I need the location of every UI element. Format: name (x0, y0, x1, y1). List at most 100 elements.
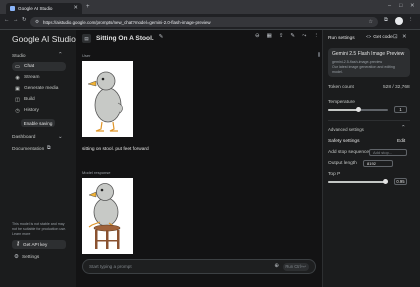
minimize-icon[interactable]: – (388, 3, 391, 10)
top-p-value-input[interactable]: 0.95 (394, 178, 407, 185)
key-icon: ⚷ (16, 240, 21, 247)
app-logo: Google AI Studio (12, 34, 76, 44)
safety-edit-button[interactable]: Edit (397, 139, 405, 144)
shuffle-icon[interactable]: ⤳ (302, 33, 306, 40)
model-id: gemini-2.5-flash-image-preview (332, 60, 383, 64)
ai-studio-favicon-icon (10, 6, 15, 11)
share-icon[interactable]: ⇪ (279, 33, 284, 40)
temperature-label: Temperature (328, 100, 355, 105)
top-p-slider-fill (328, 181, 385, 183)
temperature-value-input[interactable]: 1 (394, 106, 407, 113)
edit-icon[interactable]: ✎ (290, 33, 295, 40)
get-code-label: Get code (373, 35, 393, 40)
output-length-input[interactable]: 8192 (363, 160, 393, 167)
get-code-button[interactable]: <> Get code (366, 35, 393, 40)
sidebar-item-label: Build (24, 97, 35, 102)
prompt-input[interactable]: Start typing a prompt (89, 264, 274, 269)
settings-label: Settings (21, 255, 40, 261)
code-icon: <> (366, 34, 372, 40)
user-image-duck-standing[interactable] (82, 61, 133, 137)
maximize-icon[interactable]: □ (399, 3, 402, 10)
extensions-icon[interactable]: ⧉ (384, 17, 388, 24)
model-stability-notice: This model is not stable and may not be … (12, 222, 67, 236)
prompt-input-bar[interactable]: Start typing a prompt ⊕ Run Ctrl+↵ (82, 259, 316, 274)
chevron-up-icon[interactable]: ⌃ (58, 52, 63, 59)
stop-sequence-input[interactable]: Add stop... (369, 149, 407, 156)
tab-title: Google AI Studio (18, 6, 53, 11)
token-count-label: Token count (328, 85, 354, 90)
url-text: https://aistudio.google.com/prompts/new_… (43, 19, 211, 25)
header-actions: ⊖ ▦ ⇪ ✎ ⤳ ⋮ (255, 33, 319, 40)
edit-title-icon[interactable]: ✎ (159, 35, 164, 41)
page-title[interactable]: Sitting On A Stool. (96, 35, 154, 42)
model-image-duck-on-stool[interactable] (82, 178, 133, 254)
gear-icon: ⚙ (14, 254, 19, 260)
profile-avatar[interactable] (395, 17, 403, 25)
duck-standing-illustration (87, 71, 123, 132)
back-icon[interactable]: ← (4, 17, 10, 24)
sidebar-item-settings[interactable]: ⚙ Settings (14, 254, 40, 261)
forward-icon[interactable]: → (13, 17, 19, 24)
sidebar-item-dashboard[interactable]: Dashboard (12, 135, 35, 140)
toggle-sidebar-icon[interactable]: ▤ (82, 33, 91, 43)
temperature-slider-knob[interactable] (355, 107, 361, 112)
output-length-label: Output length (328, 161, 357, 166)
top-p-slider[interactable] (328, 179, 388, 185)
sidebar-item-build[interactable]: ◫ Build (12, 95, 66, 104)
safety-settings-label: Safety settings (328, 139, 360, 144)
sidebar-item-generate-media[interactable]: ▣ Generate media (12, 84, 66, 93)
stream-icon: ◉ (15, 74, 20, 81)
reset-icon[interactable]: ⊡ (393, 34, 398, 41)
model-description: Our latest image generation and editing … (332, 65, 395, 74)
sidebar-item-history[interactable]: ◷ History (12, 106, 66, 115)
top-p-slider-knob[interactable] (382, 179, 388, 184)
sidebar-item-label: Chat (24, 64, 35, 69)
user-role-label: User (82, 53, 91, 58)
compare-icon[interactable]: ⊖ (255, 33, 260, 40)
new-tab-icon[interactable]: + (86, 4, 90, 10)
get-api-key-button[interactable]: ⚷ Get API key (12, 240, 66, 249)
advanced-settings-toggle[interactable]: Advanced settings (328, 127, 364, 132)
get-api-key-label: Get API key (23, 242, 48, 247)
model-role-label: Model response (82, 170, 111, 175)
panel-divider (328, 120, 410, 121)
sidebar-item-stream[interactable]: ◉ Stream (12, 73, 66, 82)
temperature-slider-fill (328, 109, 358, 111)
sidebar-item-documentation[interactable]: Documentation (12, 147, 44, 152)
sidebar-item-label: Generate media (24, 86, 59, 91)
token-count-value: 528 / 32,768 (383, 85, 410, 90)
run-button[interactable]: Run Ctrl+↵ (283, 262, 309, 271)
external-link-icon: ⧉ (47, 145, 51, 151)
history-icon: ◷ (15, 107, 20, 114)
chevron-up-icon[interactable]: ⌃ (401, 125, 406, 132)
browser-tab[interactable]: Google AI Studio ✕ (6, 3, 82, 14)
add-media-icon[interactable]: ⊕ (274, 263, 279, 270)
sidebar-item-label: History (24, 108, 39, 113)
chevron-down-icon[interactable]: ⌄ (58, 134, 63, 141)
top-p-label: Top P (328, 172, 341, 177)
add-stop-sequence-label: Add stop sequence (328, 150, 370, 155)
site-info-icon[interactable]: ⚙ (35, 19, 39, 25)
window-close-icon[interactable]: ✕ (410, 3, 415, 10)
model-name: Gemini 2.5 Flash Image Preview (332, 51, 405, 57)
bookmark-star-icon[interactable]: ☆ (369, 19, 373, 25)
chat-scrollbar[interactable] (318, 52, 320, 57)
model-selector[interactable]: Gemini 2.5 Flash Image Preview gemini-2.… (328, 48, 410, 77)
media-icon: ▣ (15, 85, 20, 92)
more-options-icon[interactable]: ⋮ (313, 33, 319, 40)
close-panel-icon[interactable]: ✕ (402, 34, 407, 41)
duck-on-stool-illustration (88, 183, 121, 249)
address-bar[interactable]: ⚙ https://aistudio.google.com/prompts/ne… (30, 17, 378, 27)
studio-section-label[interactable]: Studio (12, 54, 26, 59)
sidebar-item-label: Stream (24, 75, 40, 80)
save-icon[interactable]: ▦ (267, 33, 272, 40)
enable-saving-button[interactable]: Enable saving (21, 119, 55, 127)
close-tab-icon[interactable]: ✕ (73, 5, 78, 12)
temperature-slider[interactable] (328, 107, 388, 113)
browser-menu-icon[interactable]: ⋮ (408, 17, 414, 24)
reload-icon[interactable]: ↻ (22, 17, 27, 24)
sidebar-item-chat[interactable]: ▭ Chat (12, 62, 66, 71)
build-icon: ◫ (15, 96, 20, 103)
chat-icon: ▭ (15, 63, 20, 70)
user-prompt-text: sitting on stool. put feet forward (82, 147, 149, 152)
